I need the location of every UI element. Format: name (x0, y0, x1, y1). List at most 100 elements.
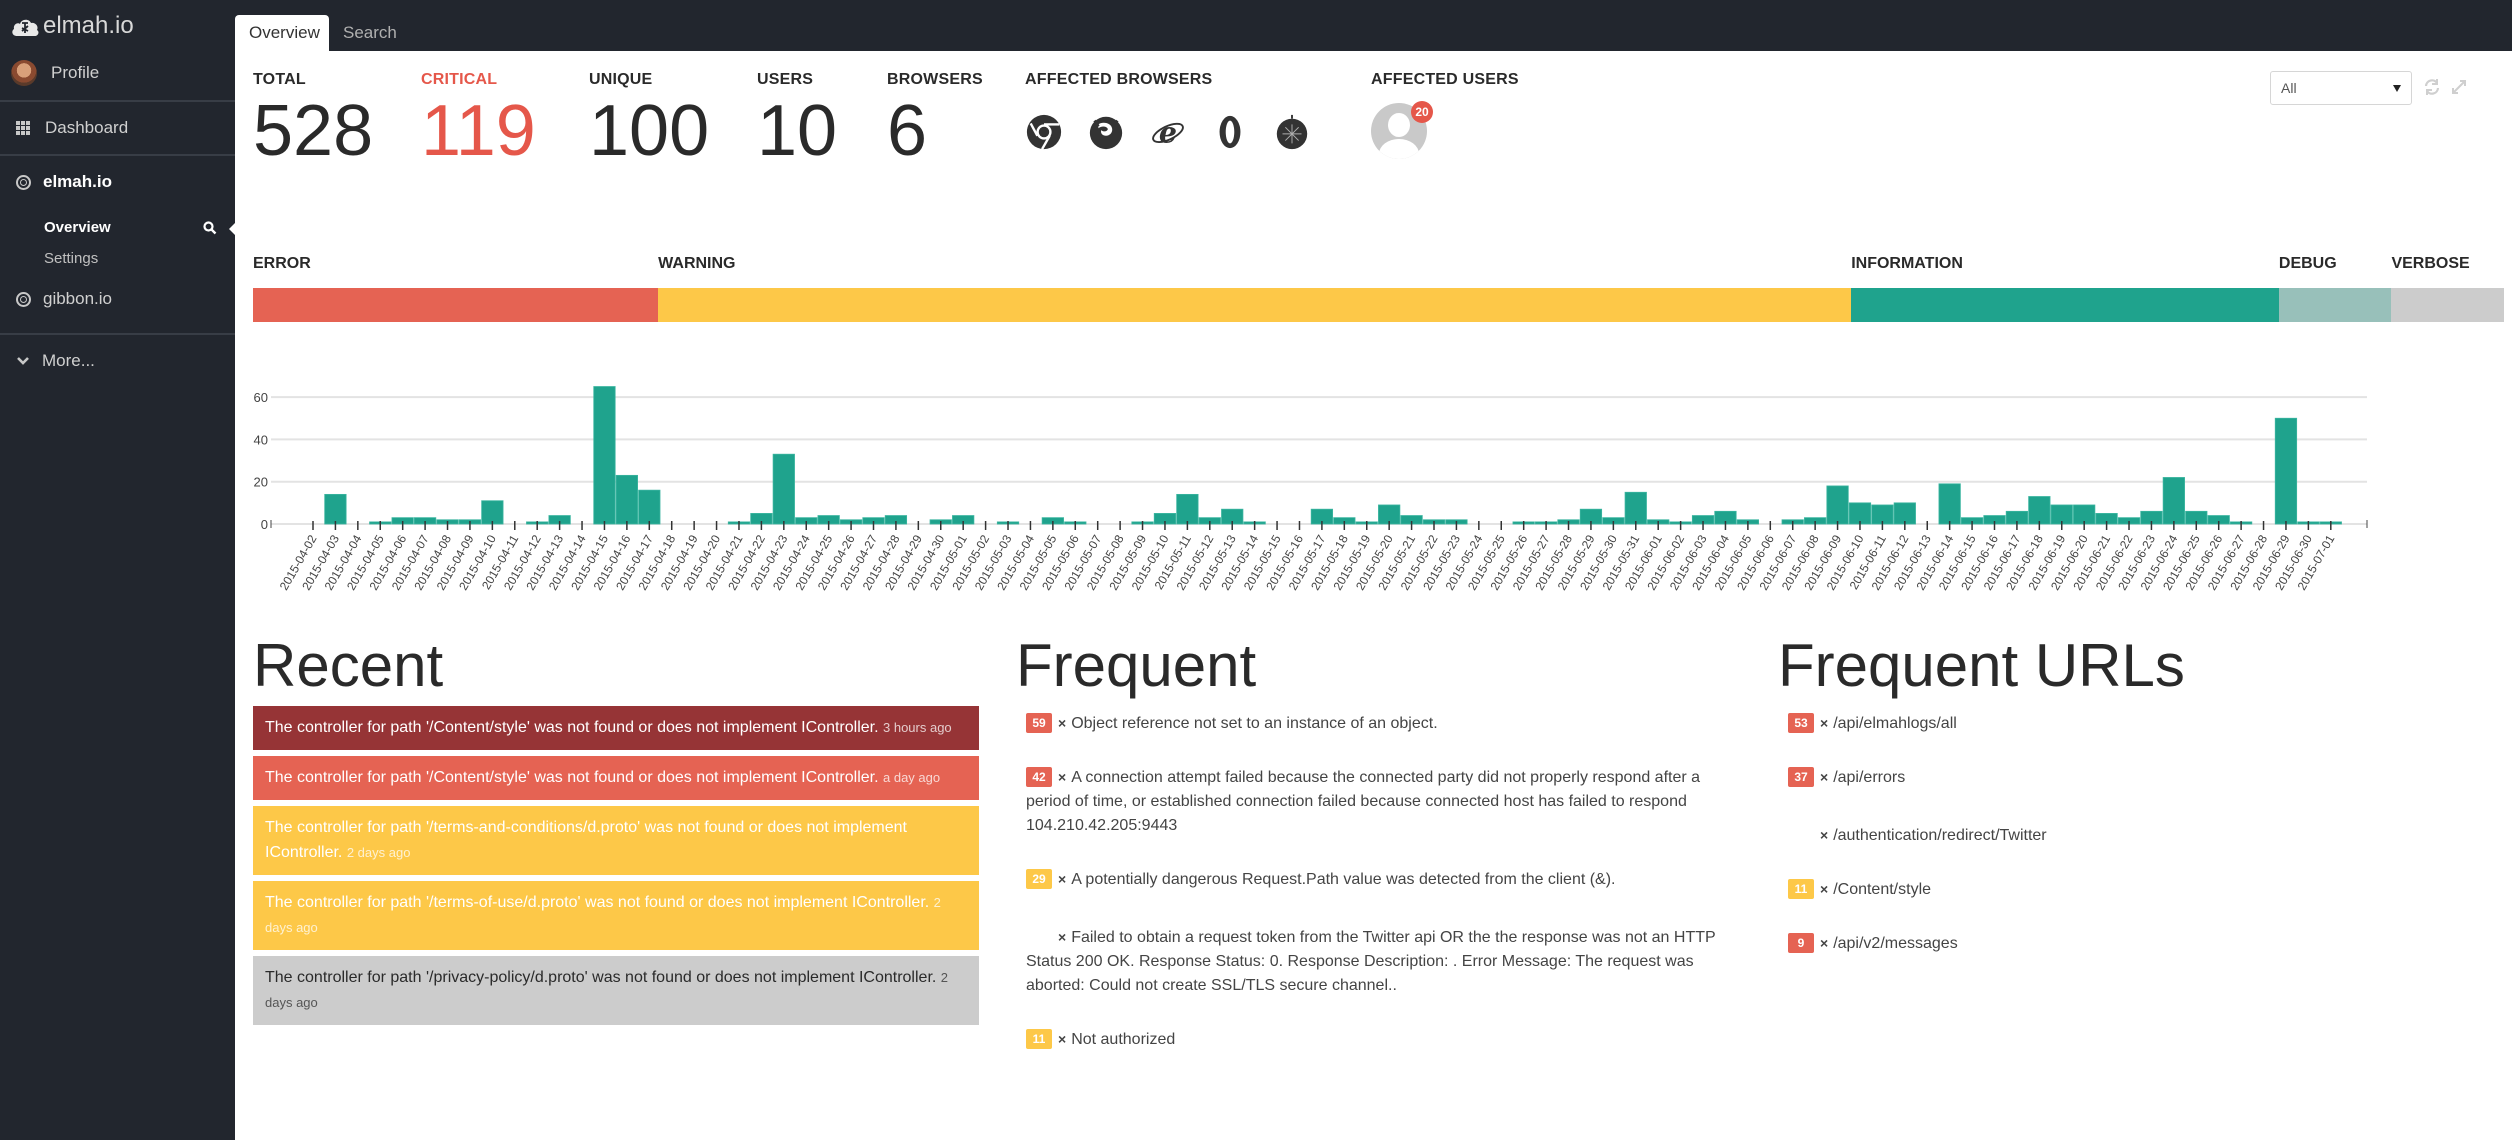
bar[interactable] (2162, 477, 2185, 525)
logo[interactable]: elmah.io (10, 8, 134, 44)
times-icon: × (1820, 827, 1829, 843)
frequent-list: 59 × Object reference not set to an instan… (1026, 711, 1726, 1081)
dashboard-grid-icon (16, 121, 32, 135)
frequent-item[interactable]: 59 × Object reference not set to an instan… (1026, 711, 1726, 736)
count-badge: 53 (1788, 713, 1814, 733)
bar[interactable] (615, 474, 638, 525)
frequent-url-item-text: /Content/style (1833, 881, 1932, 898)
bar[interactable] (1826, 485, 1849, 525)
recent-time: 3 hours ago (883, 720, 952, 735)
bar[interactable] (324, 493, 347, 525)
stat-value: 119 (421, 91, 536, 171)
chrome-icon[interactable] (1025, 113, 1063, 151)
bar[interactable] (593, 386, 616, 525)
recent-item[interactable]: The controller for path '/Content/style'… (253, 706, 979, 750)
sidebar-item-profile[interactable]: Profile (0, 58, 235, 88)
sidebar-divider (0, 333, 235, 335)
times-icon: × (1820, 715, 1829, 731)
severity-label-warning: WARNING (658, 255, 736, 272)
sidebar-subitem-settings[interactable]: Settings (44, 250, 98, 267)
times-icon: × (1058, 1031, 1067, 1047)
recent-item[interactable]: The controller for path '/terms-and-cond… (253, 806, 979, 875)
frequent-url-item[interactable]: 11 ×/Content/style (1788, 877, 2488, 902)
chevron-down-icon (17, 357, 29, 365)
expand-icon[interactable] (2449, 77, 2469, 97)
frequent-url-item[interactable]: 37 ×/api/errors (1788, 765, 2488, 790)
bar[interactable] (638, 489, 661, 525)
safari-icon[interactable] (1273, 113, 1311, 151)
elmah-cloud-icon (10, 14, 40, 38)
bar[interactable] (481, 500, 504, 525)
times-icon: × (1058, 871, 1067, 887)
count-badge: 59 (1026, 713, 1052, 733)
y-tick-label: 60 (254, 390, 268, 405)
severity-segment-information[interactable] (1851, 288, 2279, 322)
recent-item[interactable]: The controller for path '/Content/style'… (253, 756, 979, 800)
frequent-item[interactable]: 29 × A potentially dangerous Request.Path … (1026, 867, 1726, 892)
profile-avatar (11, 60, 37, 86)
severity-segment-debug[interactable] (2278, 288, 2392, 322)
frequent-item[interactable]: 42 × A connection attempt failed because t… (1026, 765, 1726, 838)
bar[interactable] (2274, 417, 2298, 525)
frequent-urls-list: 53 ×/api/elmahlogs/all 37 ×/api/errors ×/aut… (1788, 711, 2488, 985)
y-tick-label: 0 (261, 517, 268, 532)
count-badge: 42 (1026, 767, 1052, 787)
bar[interactable] (1848, 502, 1872, 525)
bar[interactable] (772, 453, 795, 525)
severity-segment-error[interactable] (253, 288, 659, 322)
severity-segment-verbose[interactable] (2391, 288, 2504, 322)
bar[interactable] (1938, 483, 1961, 525)
frequent-item[interactable]: 11 × Not authorized (1026, 1027, 1726, 1052)
count-badge: 9 (1788, 933, 1814, 953)
bar[interactable] (1176, 493, 1199, 525)
severity-segment-warning[interactable] (658, 288, 1852, 322)
stat-label: AFFECTED BROWSERS (1025, 71, 1213, 88)
sidebar-item-label: Profile (51, 63, 100, 82)
stat-label: CRITICAL (421, 71, 498, 88)
opera-icon[interactable] (1211, 113, 1249, 151)
sidebar-item-dashboard[interactable]: Dashboard (0, 113, 235, 143)
stat-value: 100 (589, 91, 710, 171)
tab-overview[interactable]: Overview (235, 15, 329, 51)
stat-value: 6 (887, 91, 928, 171)
frequent-url-item[interactable]: 53 ×/api/elmahlogs/all (1788, 711, 2488, 736)
times-icon: × (1820, 769, 1829, 785)
tab-search[interactable]: Search (329, 15, 411, 51)
frequent-item[interactable]: × Failed to obtain a request token from t… (1026, 921, 1726, 998)
refresh-icon[interactable] (2422, 77, 2442, 97)
sidebar-log-elmah-io[interactable]: elmah.io (0, 167, 235, 197)
recent-list: The controller for path '/Content/style'… (253, 706, 979, 1031)
frequent-urls-title: Frequent URLs (1778, 632, 2185, 699)
firefox-icon[interactable] (1087, 113, 1125, 151)
stat-label: BROWSERS (887, 71, 983, 88)
sidebar-divider (0, 100, 235, 102)
sidebar-item-more[interactable]: More... (0, 346, 235, 376)
filter-selected-value: All (2281, 80, 2297, 96)
recent-item[interactable]: The controller for path '/terms-of-use/d… (253, 881, 979, 950)
count-badge (1026, 921, 1052, 941)
severity-label-error: ERROR (253, 255, 311, 272)
frequent-url-item[interactable]: 9 ×/api/v2/messages (1788, 931, 2488, 956)
svg-text:e: e (1159, 115, 1177, 149)
internet-explorer-icon[interactable]: e (1149, 113, 1187, 151)
frequent-url-item[interactable]: ×/authentication/redirect/Twitter (1788, 819, 2488, 848)
frequent-url-item-text: /api/errors (1833, 769, 1906, 786)
recent-time: a day ago (883, 770, 941, 785)
sidebar-subitem-overview[interactable]: Overview (44, 219, 111, 236)
frequent-url-item-text: /authentication/redirect/Twitter (1833, 827, 2047, 844)
severity-filter-select[interactable]: All (2270, 71, 2412, 105)
recent-message: The controller for path '/Content/style'… (265, 719, 879, 736)
recent-item[interactable]: The controller for path '/privacy-policy… (253, 956, 979, 1025)
times-icon: × (1820, 881, 1829, 897)
stat-value: 10 (757, 91, 838, 171)
y-tick-label: 40 (254, 432, 268, 447)
frequent-item-text: A connection attempt failed because the … (1026, 769, 1701, 834)
caret-down-icon (2393, 84, 2401, 92)
stat-value: 528 (253, 91, 374, 171)
bar[interactable] (1893, 502, 1916, 525)
search-icon[interactable] (203, 221, 217, 235)
bar[interactable] (1624, 491, 1647, 525)
bar[interactable] (2028, 496, 2051, 525)
times-icon: × (1058, 715, 1067, 731)
sidebar-log-gibbon-io[interactable]: gibbon.io (0, 284, 235, 314)
